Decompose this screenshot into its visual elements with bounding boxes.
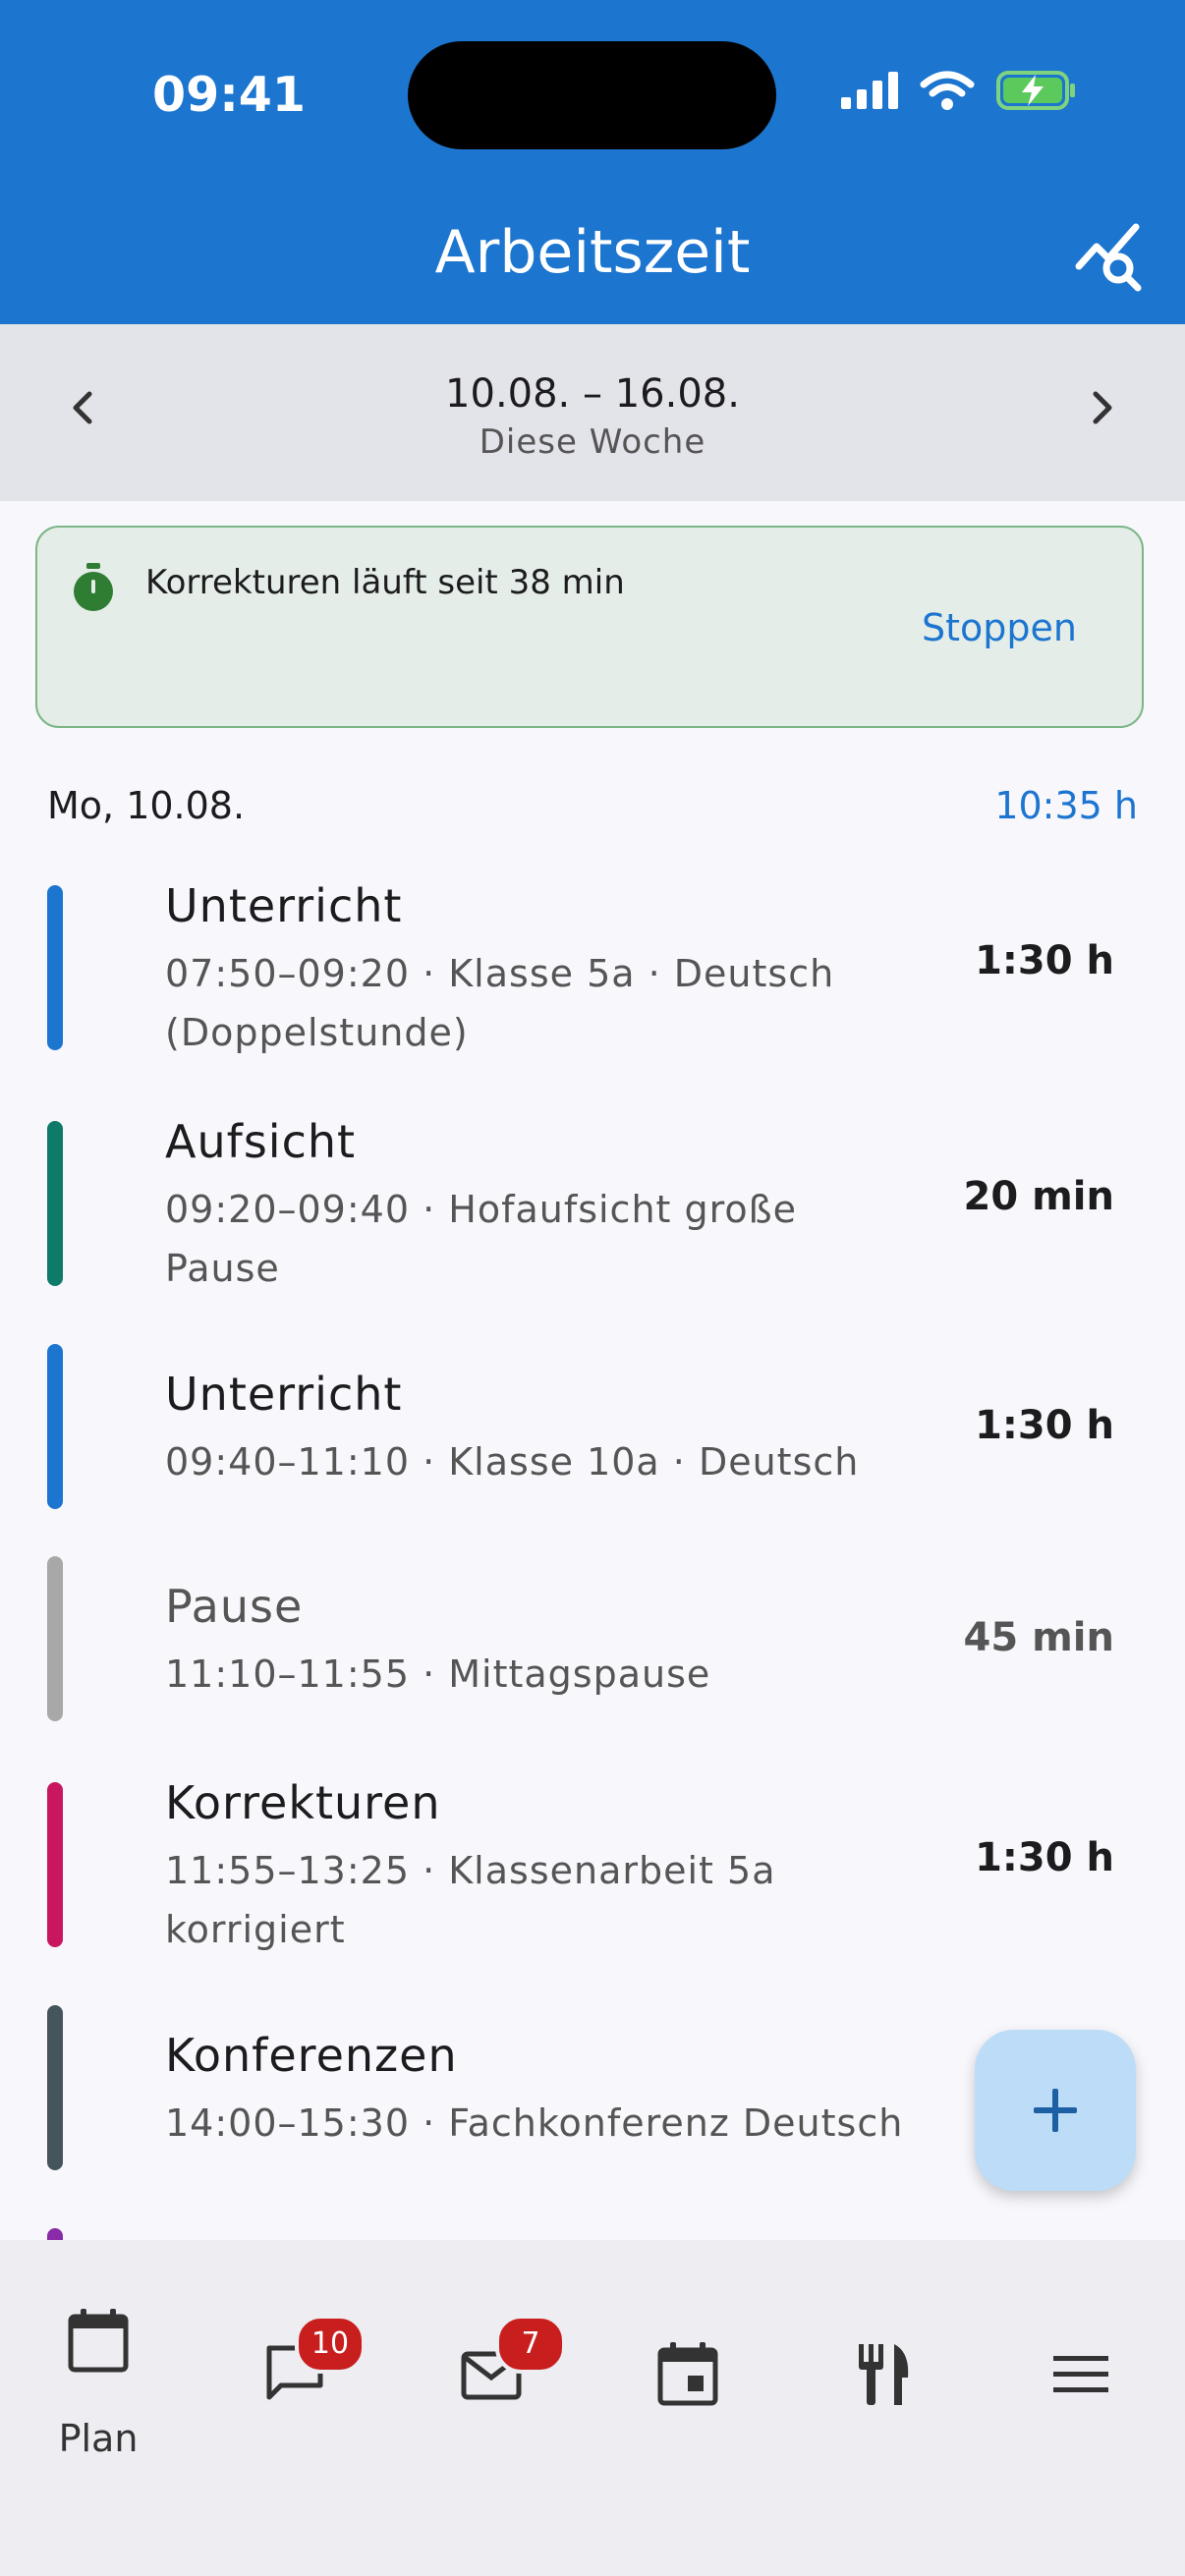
entry-item[interactable]: Korrekturen 11:55–13:25 · Klassenarbeit … [0, 1776, 1185, 1953]
hamburger-menu-icon [1053, 2356, 1108, 2392]
category-color-bar [47, 1782, 63, 1947]
tab-mail[interactable]: 7 [393, 2279, 590, 2456]
entry-duration: 1:30 h [975, 1403, 1114, 1448]
mail-badge: 7 [495, 2315, 566, 2374]
fork-knife-icon [859, 2344, 909, 2405]
week-range: 10.08. – 16.08. [445, 371, 740, 417]
entry-line1: 14:00–15:30 · Fachkonferenz Deutsch [165, 2101, 904, 2145]
running-timer-text: Korrekturen läuft seit 38 min [145, 563, 625, 602]
analytics-search-icon[interactable] [1075, 221, 1146, 292]
tab-plan[interactable]: Plan [0, 2279, 197, 2460]
page-title: Arbeitszeit [434, 218, 751, 287]
entry-duration: 45 min [963, 1615, 1114, 1660]
entry-line1: 09:20–09:40 · Hofaufsicht große [165, 1188, 797, 1231]
entry-duration: 1:30 h [975, 1835, 1114, 1880]
calendar-icon [68, 2309, 129, 2373]
category-color-bar [47, 2228, 63, 2240]
entry-line2: Pause [165, 1247, 280, 1290]
tab-messages[interactable]: 10 [197, 2279, 393, 2456]
entry-title: Aufsicht [165, 1115, 357, 1168]
chevron-right-icon[interactable] [1072, 378, 1131, 437]
category-color-bar [47, 885, 63, 1050]
tab-calendar[interactable] [590, 2279, 786, 2456]
entry-duration: 1:30 h [975, 938, 1114, 983]
messages-badge: 10 [295, 2315, 366, 2374]
entry-title: Konferenzen [165, 2029, 458, 2082]
plus-icon [1034, 2089, 1077, 2132]
calendar-event-icon [657, 2342, 718, 2406]
entry-item[interactable]: Pause 11:10–11:55 · Mittagspause 45 min [0, 1556, 1185, 1721]
dynamic-island [408, 41, 776, 149]
tab-menu[interactable] [983, 2279, 1179, 2456]
entry-title: Unterricht [165, 879, 403, 932]
entry-line1: 11:10–11:55 · Mittagspause [165, 1652, 711, 1696]
bottom-navigation: Plan 10 7 [0, 2240, 1185, 2576]
category-color-bar [47, 1556, 63, 1721]
day-label: Mo, 10.08. [47, 784, 246, 827]
tab-food[interactable] [786, 2279, 983, 2456]
entry-line1: 07:50–09:20 · Klasse 5a · Deutsch [165, 952, 835, 995]
category-color-bar [47, 1121, 63, 1286]
entry-item[interactable]: Aufsicht 09:20–09:40 · Hofaufsicht große… [0, 1115, 1185, 1292]
entry-title: Unterricht [165, 1368, 403, 1421]
entry-line1: 11:55–13:25 · Klassenarbeit 5a [165, 1849, 776, 1892]
running-timer-card: Korrekturen läuft seit 38 min Stoppen [35, 526, 1144, 728]
status-icons [841, 71, 1077, 110]
app-header: 09:41 Arbeitszeit [0, 0, 1185, 324]
stopwatch-icon [74, 563, 113, 611]
stop-button[interactable]: Stoppen [922, 606, 1077, 649]
category-color-bar [47, 1344, 63, 1509]
wifi-icon [920, 71, 975, 110]
category-color-bar [47, 2005, 63, 2170]
entry-item[interactable]: Unterricht 09:40–11:10 · Klasse 10a · De… [0, 1344, 1185, 1509]
entry-duration: 20 min [963, 1174, 1114, 1219]
add-entry-button[interactable] [975, 2030, 1136, 2191]
week-subtitle: Diese Woche [479, 422, 706, 462]
day-total: 10:35 h [994, 784, 1138, 827]
entry-line2: (Doppelstunde) [165, 1011, 469, 1054]
tab-plan-label: Plan [58, 2417, 139, 2460]
entry-title: Korrekturen [165, 1776, 441, 1829]
week-selector: 10.08. – 16.08. Diese Woche [0, 324, 1185, 501]
entry-title: Pause [165, 1580, 304, 1633]
entry-line1: 09:40–11:10 · Klasse 10a · Deutsch [165, 1440, 860, 1484]
signal-icon [841, 72, 898, 109]
entry-line2: korrigiert [165, 1908, 346, 1951]
entry-item[interactable]: Unterricht 07:50–09:20 · Klasse 5a · Deu… [0, 879, 1185, 1056]
status-time: 09:41 [152, 67, 306, 123]
battery-charging-icon [996, 71, 1075, 110]
